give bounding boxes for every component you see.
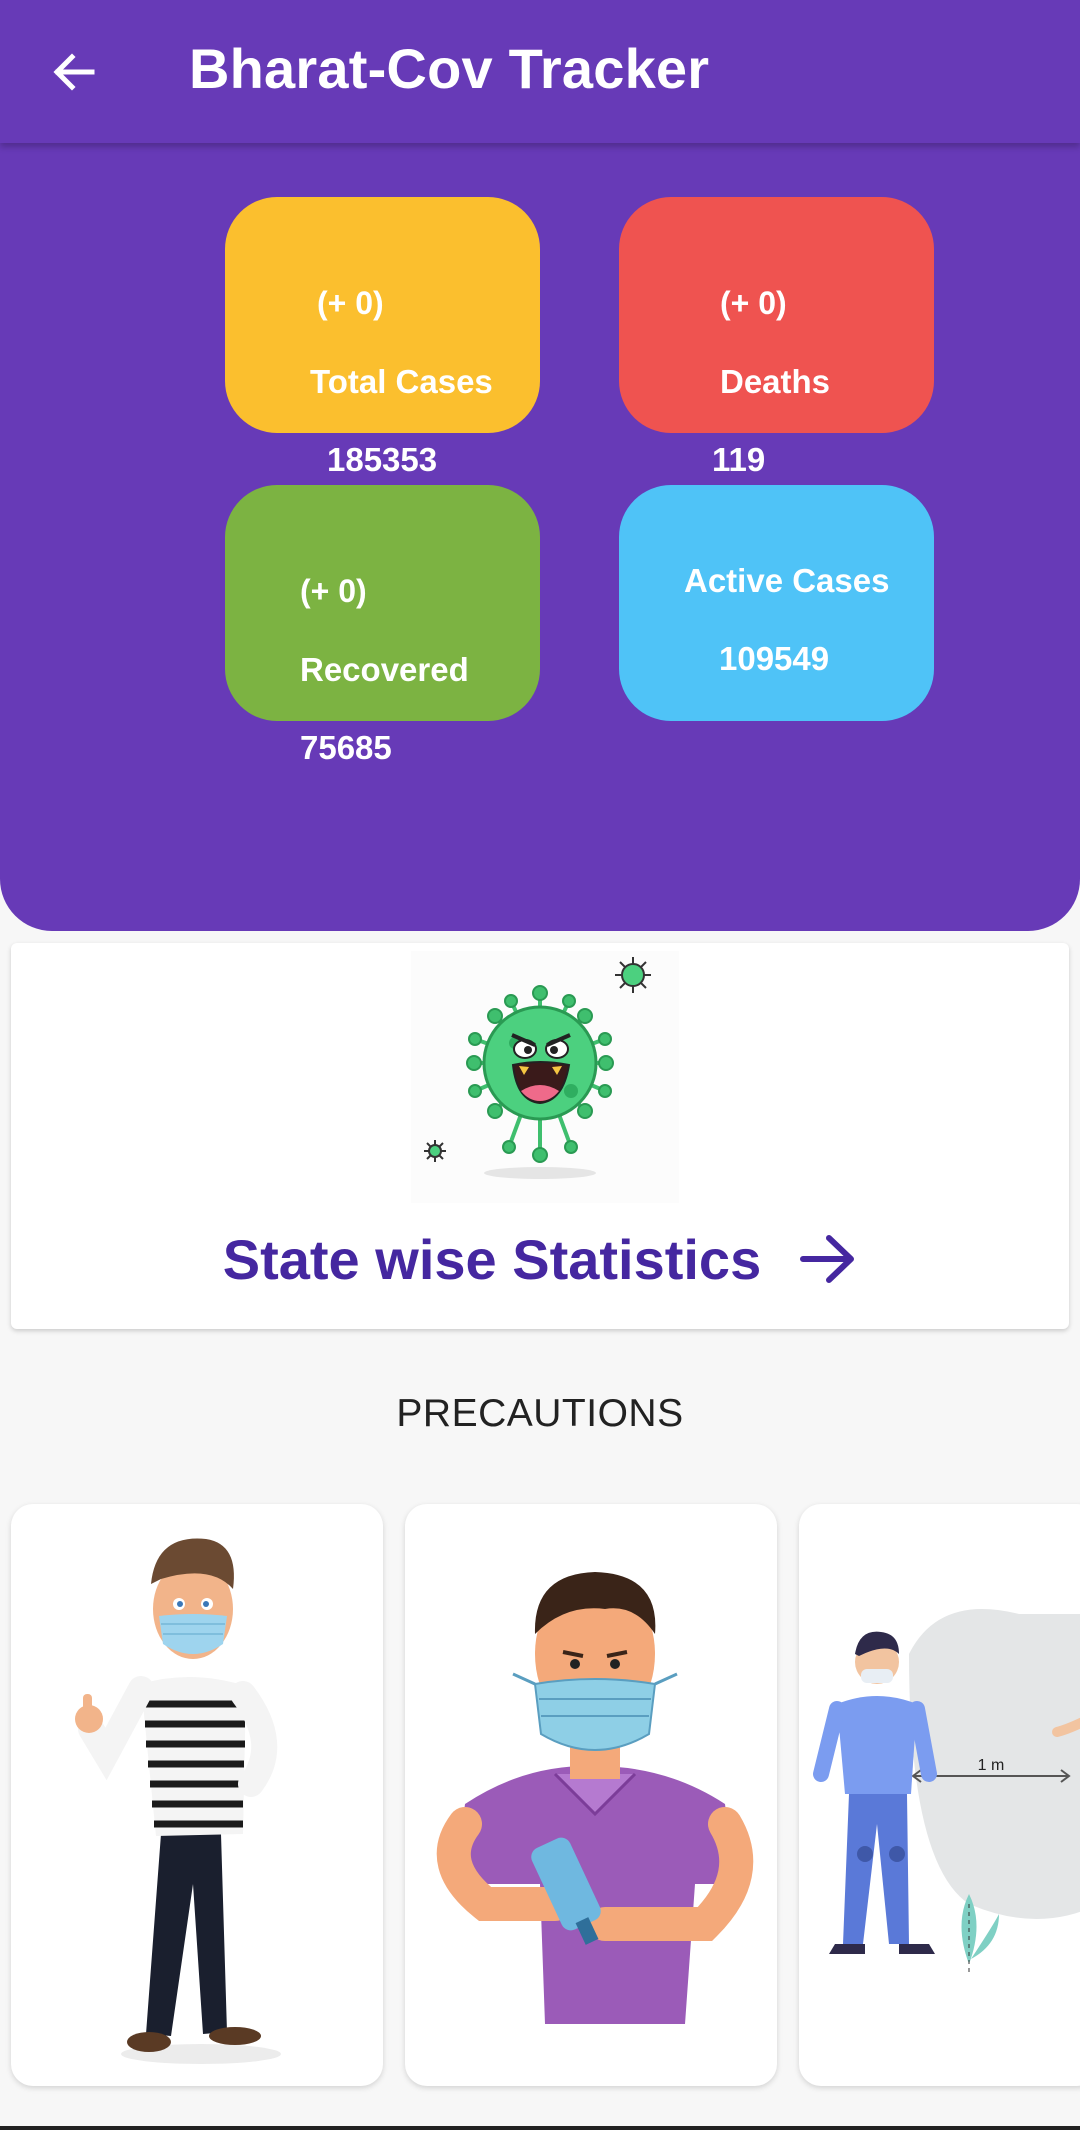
state-wise-statistics-link[interactable]: State wise Statistics [11, 1227, 1069, 1291]
precaution-card-mask[interactable] [11, 1504, 383, 2086]
stats-panel: (+ 0) Total Cases 185353 (+ 0) Deaths 11… [0, 143, 1080, 931]
deaths-card: (+ 0) Deaths 119 [619, 197, 934, 478]
app-title: Bharat-Cov Tracker [189, 37, 710, 100]
bottom-edge [0, 2126, 1080, 2130]
total-cases-label: Total Cases [310, 363, 493, 400]
recovered-value: 75685 [300, 729, 392, 766]
active-cases-label: Active Cases [684, 562, 890, 599]
precaution-card-distance[interactable]: 1 m [799, 1504, 1080, 2086]
distance-label: 1 m [978, 1757, 1005, 1774]
state-wise-statistics-card[interactable]: State wise Statistics [11, 943, 1069, 1329]
total-cases-delta: (+ 0) [317, 285, 384, 321]
deaths-label: Deaths [720, 363, 831, 400]
active-cases-card: Active Cases 109549 [619, 485, 934, 721]
precautions-heading: PRECAUTIONS [396, 1392, 684, 1435]
total-cases-value: 185353 [327, 441, 438, 478]
app-bar: Bharat-Cov Tracker [0, 0, 1080, 143]
recovered-card: (+ 0) Recovered 75685 [225, 485, 540, 766]
arrow-left-icon [53, 53, 95, 91]
deaths-value: 119 [712, 441, 766, 478]
total-cases-card: (+ 0) Total Cases 185353 [225, 197, 540, 478]
masked-man-thumbs-up-icon [75, 1538, 281, 2064]
state-wise-statistics-label: State wise Statistics [222, 1227, 762, 1291]
arrow-right-icon [800, 1235, 855, 1283]
back-button[interactable] [30, 28, 118, 116]
virus-icon [411, 951, 679, 1203]
recovered-label: Recovered [300, 651, 469, 688]
social-distancing-icon: 1 m [813, 1609, 1080, 1974]
precaution-card-sanitizer[interactable] [405, 1504, 777, 2086]
deaths-delta: (+ 0) [720, 285, 787, 321]
recovered-delta: (+ 0) [300, 573, 367, 609]
active-cases-value: 109549 [719, 640, 830, 677]
man-using-sanitizer-icon [436, 1572, 754, 2024]
